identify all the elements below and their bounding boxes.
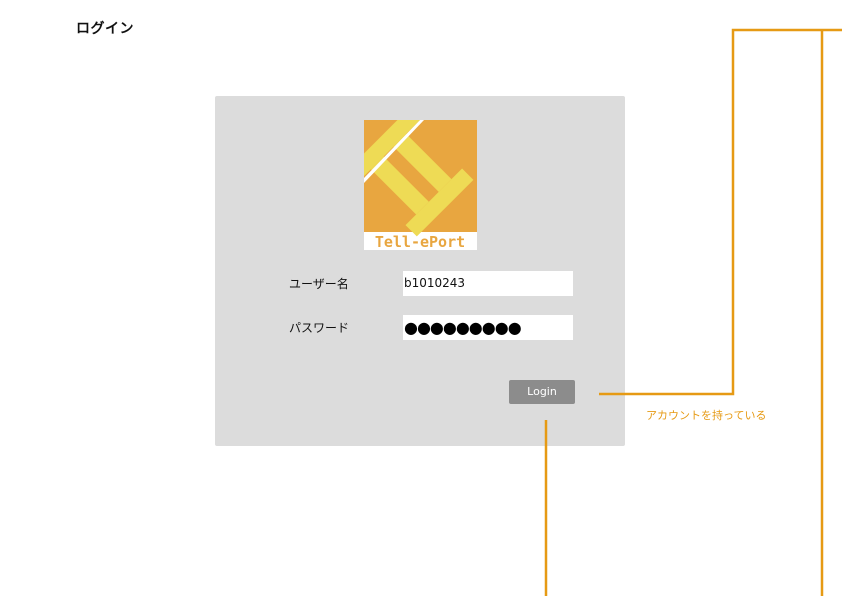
connector-has-account bbox=[599, 28, 842, 396]
flow-connectors bbox=[544, 28, 842, 596]
has-account-annotation: アカウントを持っている bbox=[646, 409, 767, 422]
